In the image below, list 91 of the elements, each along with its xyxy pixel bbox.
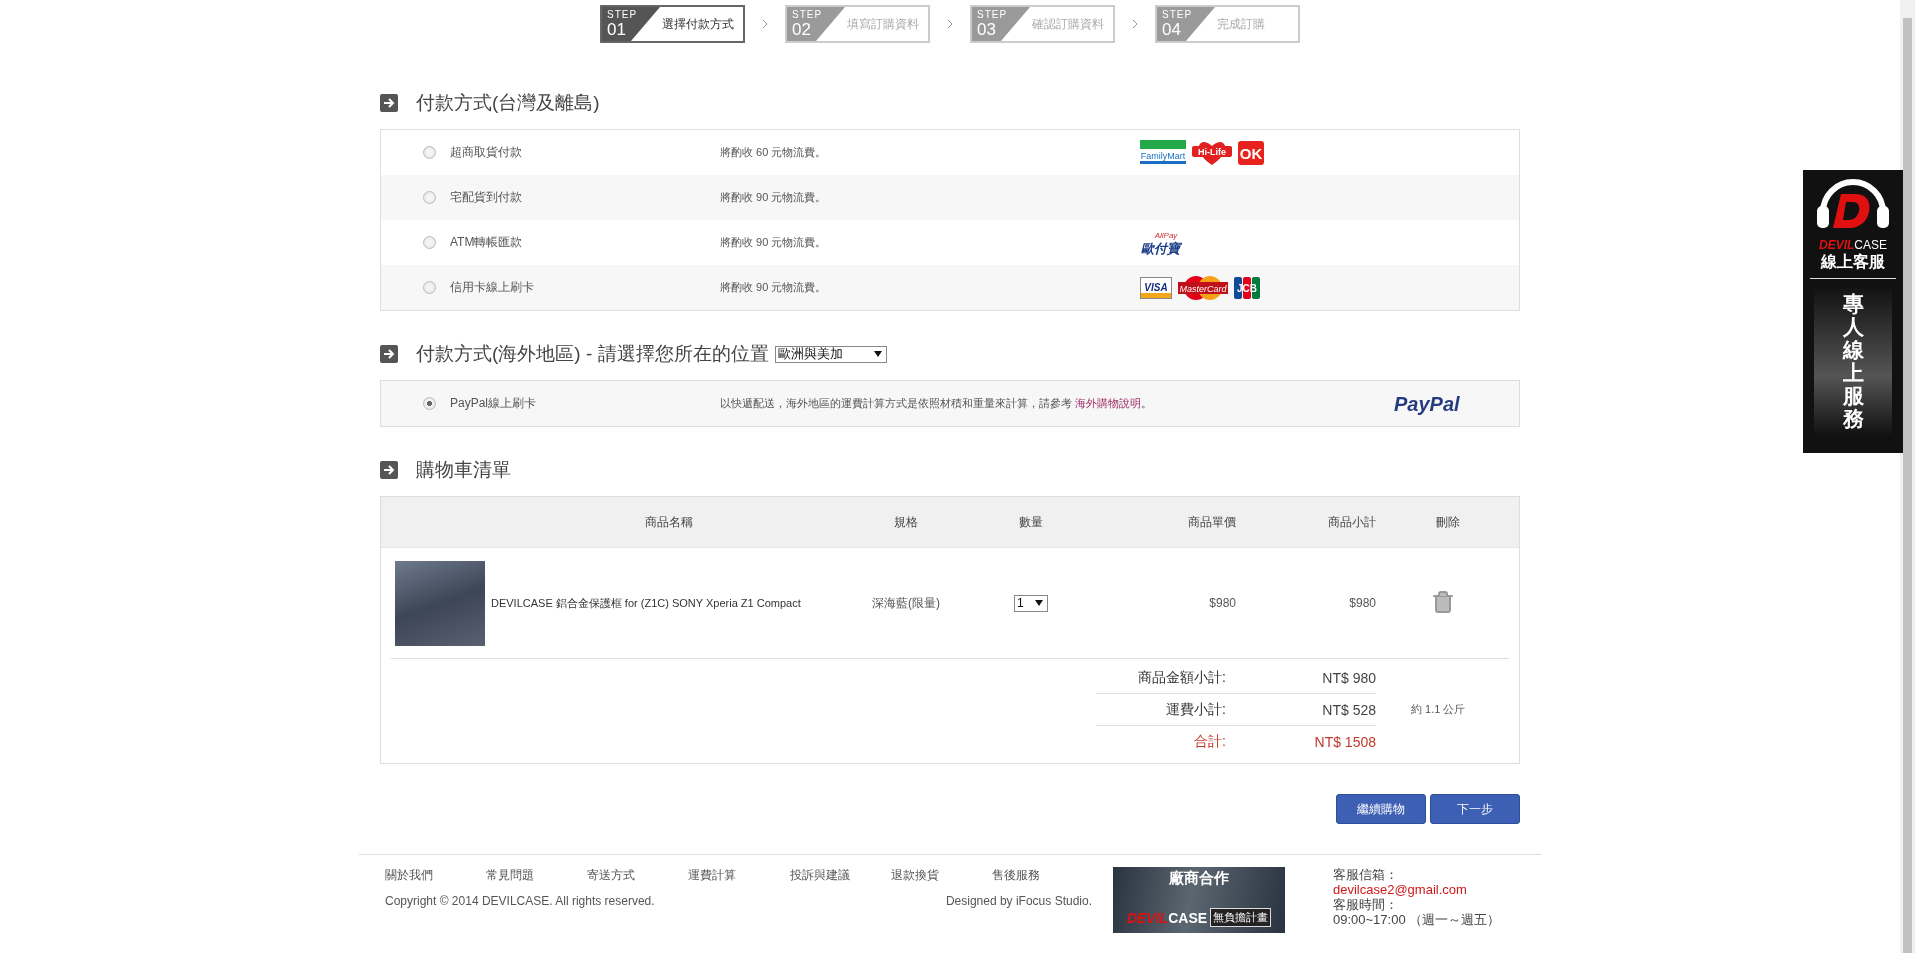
region-select[interactable]: 歐洲與美加 [774,345,887,363]
brand-wordmark: DEVILCASE [1126,909,1208,926]
payment-method-label: 信用卡線上刷卡 [450,279,535,296]
step-title: 選擇付款方式 [662,15,734,33]
footer-link[interactable]: 退款換貨 [890,867,992,884]
overseas-shopping-link[interactable]: 海外購物說明 [1075,397,1142,409]
step-title: 完成訂購 [1217,15,1265,33]
section-title: 付款方式(台灣及離島) [416,91,600,115]
shipping-fee-note: 將酌收 60 元物流費。 [720,145,828,160]
scrollbar-thumb[interactable] [1903,18,1912,953]
designer-credit: Designed by iFocus Studio. [945,894,1092,908]
payment-method-label: PayPal線上刷卡 [450,395,538,412]
action-button[interactable]: 繼續購物 [1336,794,1426,824]
step-title: 確認訂購資料 [1032,15,1104,33]
step-number: 02 [792,20,811,39]
contact-text: 09:00~17:00 （週一～週五） [1333,912,1501,927]
total-value: NT$ 1508 [1314,733,1376,750]
banner-tagline: 無負擔計畫 [1210,908,1272,927]
total-label: 商品金額小計: [1138,668,1227,687]
column-header: 數量 [1019,513,1043,531]
payment-method-label: 宅配貨到付款 [450,189,523,206]
step-label: STEP [792,9,823,20]
shipping-fee-note: 將酌收 90 元物流費。 [720,235,828,250]
section-title: 購物車清單 [416,458,511,482]
convenience-store-logo: OK [1238,140,1264,165]
step-number: 01 [607,20,626,39]
footer-link[interactable]: 售後服務 [991,867,1093,884]
radio-button[interactable] [423,397,436,410]
card-brand-logo: JCB [1234,276,1260,299]
footer-link[interactable]: 寄送方式 [587,867,689,884]
column-header: 商品小計 [1328,513,1376,531]
column-header: 刪除 [1435,513,1460,531]
weight-note: 約 1.1 公斤 [1410,702,1467,717]
caret-icon [1035,600,1043,606]
chevron-icon [1131,19,1139,29]
shipping-fee-note: 將酌收 90 元物流費。 [720,280,828,295]
product-name[interactable]: DEVILCASE 鋁合金保護框 for (Z1C) SONY Xperia Z1 Compact [491,595,801,611]
payment-service-logo: PayPal [1392,390,1488,417]
payment-method-label: 超商取貨付款 [450,144,523,161]
quantity-select[interactable]: 1 [1014,594,1048,612]
chevron-icon [946,19,954,29]
total-label: 合計: [1194,732,1227,751]
step-label: STEP [607,9,638,20]
footer-link[interactable]: 常見問題 [486,867,588,884]
shipping-note: 以快遞配送，海外地區的運費計算方式是依照材積和重量來計算，請參考 海外購物說明。 [720,396,1154,411]
caret-icon [873,351,882,357]
footer-link[interactable]: 運費計算 [688,867,790,884]
vertical-caption: 專人線上服務 [1842,292,1864,433]
step-label: STEP [1162,9,1193,20]
step-number: 04 [1162,20,1181,39]
contact-text: 客服信箱： [1333,867,1399,882]
convenience-store-logo: Hi-Life [1192,139,1232,166]
payment-method-label: ATM轉帳匯款 [450,234,524,251]
shipping-fee-note: 將酌收 90 元物流費。 [720,190,828,205]
total-value: NT$ 528 [1322,701,1376,718]
delete-icon[interactable] [1430,589,1455,614]
widget-title: 線上客服 [1810,252,1896,279]
total-label: 運費小計: [1166,700,1227,719]
card-brand-logo: VISA [1140,276,1172,299]
email-link[interactable]: devilcase2@gmail.com [1333,882,1501,897]
support-widget[interactable]: DEVILCASE 線上客服 專人線上服務 [1803,170,1903,453]
payment-option-row[interactable]: PayPal線上刷卡 以快遞配送，海外地區的運費計算方式是依照材積和重量來計算，請參考 海外購物說明。 PayPal [381,381,1519,426]
step-label: STEP [977,9,1008,20]
action-button[interactable]: 下一步 [1430,794,1520,824]
column-header: 規格 [894,513,918,531]
radio-button[interactable] [423,191,436,204]
column-header: 商品名稱 [643,513,693,531]
total-value: NT$ 980 [1322,669,1376,686]
footer-link[interactable]: 投訴與建議 [789,867,891,884]
radio-button[interactable] [423,146,436,159]
partner-banner[interactable]: 廠商合作 DEVILCASE 無負擔計畫 [1113,867,1285,933]
column-header: 商品單價 [1188,513,1236,531]
banner-title: 廠商合作 [1169,869,1229,888]
radio-button[interactable] [423,236,436,249]
card-brand-logo: MasterCard [1178,274,1228,301]
table-cell: $980 [1349,596,1376,610]
table-cell: $980 [1209,596,1236,610]
payment-option-row[interactable]: 信用卡線上刷卡 將酌收 90 元物流費。 VISA MasterCard JCB [381,265,1519,310]
payment-option-row[interactable]: 宅配貨到付款 將酌收 90 元物流費。 [381,175,1519,220]
contact-text: 客服時間： [1333,897,1399,912]
copyright-text: Copyright © 2014 DEVILCASE. All rights reserved. [385,894,655,908]
chevron-icon [761,19,769,29]
brand-wordmark: DEVILCASE [1819,238,1887,252]
payment-service-logo: AllPay 歐付寶 [1140,229,1182,256]
footer-link[interactable]: 關於我們 [385,867,487,884]
convenience-store-logo: FamilyMart [1140,139,1186,166]
radio-button[interactable] [423,281,436,294]
section-title: 付款方式(海外地區) - 請選擇您所在的位置 [416,342,769,366]
table-cell: 深海藍(限量) [872,594,940,612]
step-title: 填寫訂購資料 [847,15,919,33]
step-number: 03 [977,20,996,39]
